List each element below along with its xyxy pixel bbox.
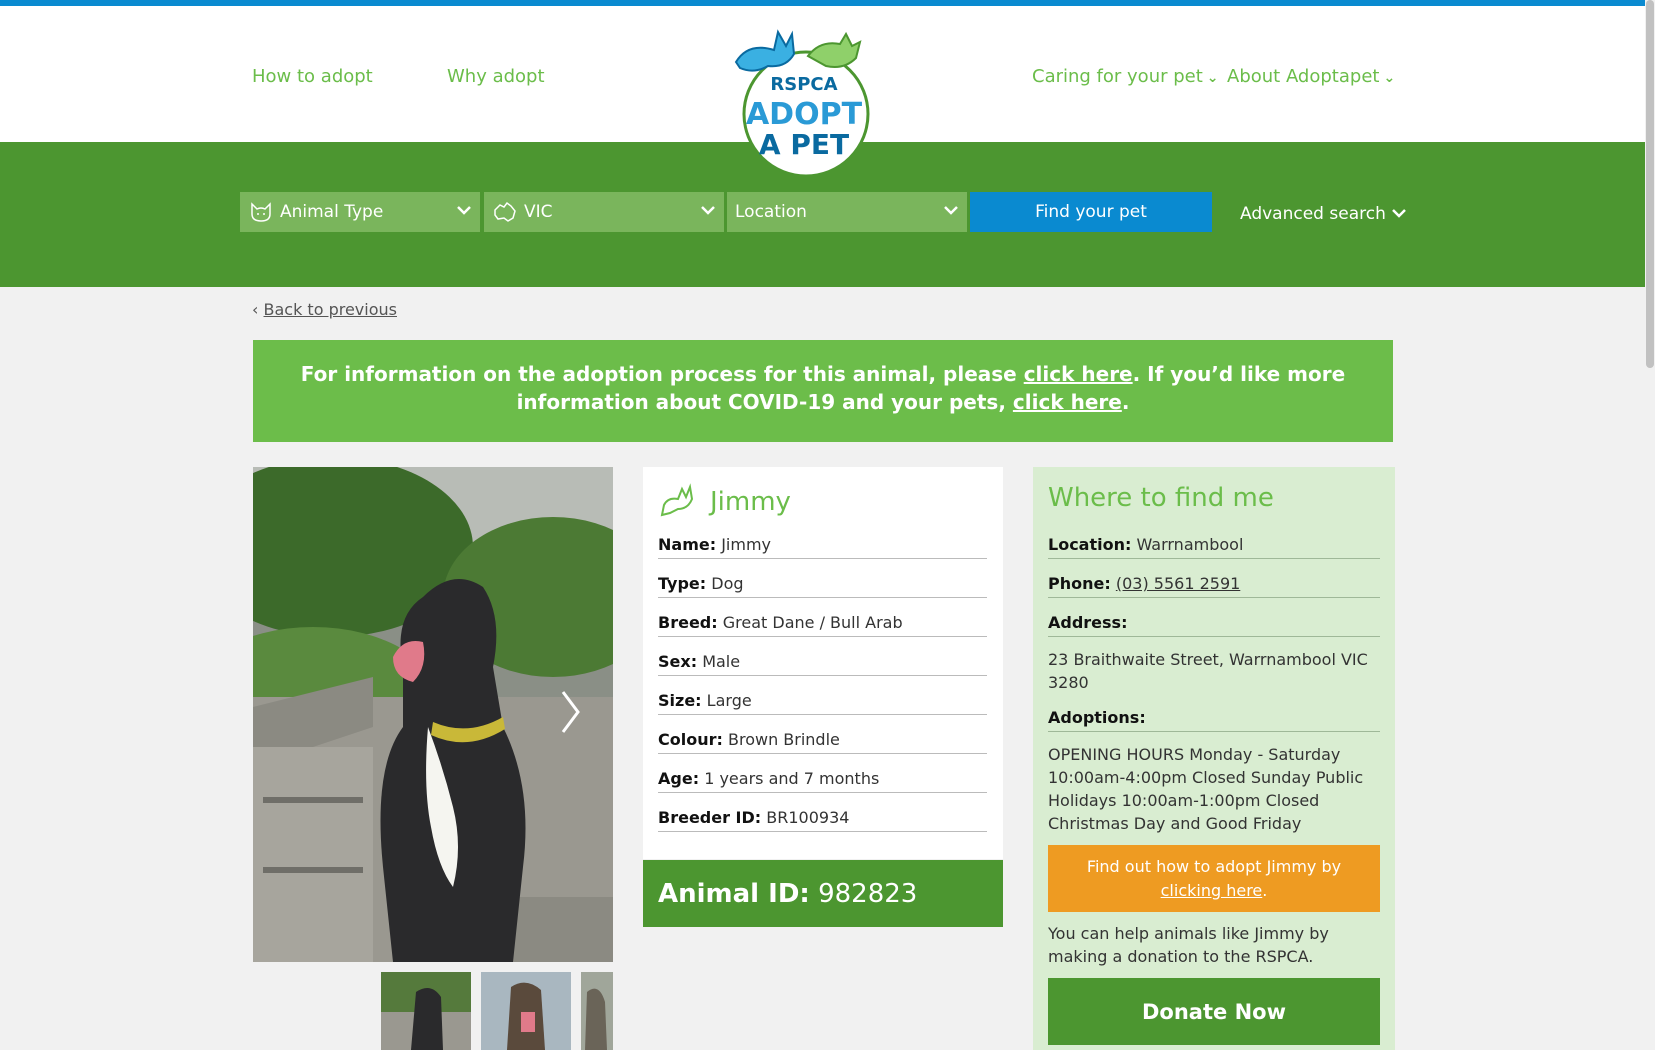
chevron-down-icon xyxy=(944,206,958,215)
pet-photo-thumbnail[interactable] xyxy=(481,972,571,1050)
nav-why-adopt[interactable]: Why adopt xyxy=(447,66,545,87)
adopt-callout-end: . xyxy=(1262,881,1268,900)
detail-label: Name: xyxy=(658,535,717,554)
donate-now-button[interactable]: Donate Now xyxy=(1048,978,1380,1045)
rspca-adopt-a-pet-logo[interactable]: RSPCA ADOPT A PET xyxy=(728,22,880,182)
advanced-search-label: Advanced search xyxy=(1240,204,1386,224)
how-to-adopt-callout: Find out how to adopt Jimmy by clicking … xyxy=(1048,845,1380,912)
covid-info-link[interactable]: click here xyxy=(1013,390,1122,414)
animal-id-bar: Animal ID: 982823 xyxy=(643,860,1003,927)
detail-value: Brown Brindle xyxy=(727,730,840,749)
phone-row: Phone: (03) 5561 2591 xyxy=(1048,570,1380,598)
location-label-text: Location: xyxy=(1048,535,1132,554)
detail-value: BR100934 xyxy=(766,808,850,827)
where-to-find-me-panel: Where to find me Location: Warrnambool P… xyxy=(1033,467,1395,1050)
address-label: Address: xyxy=(1048,613,1128,632)
nav-about-adoptapet[interactable]: About Adoptapet ⌄ xyxy=(1227,66,1395,87)
nav-caring-for-your-pet[interactable]: Caring for your pet ⌄ xyxy=(1032,66,1219,87)
adoption-process-link[interactable]: click here xyxy=(1024,362,1133,386)
detail-value: Great Dane / Bull Arab xyxy=(722,613,903,632)
find-your-pet-button[interactable]: Find your pet xyxy=(970,192,1212,232)
pet-detail-row: Sex: Male xyxy=(658,648,987,676)
adopt-callout-text: Find out how to adopt Jimmy by xyxy=(1086,857,1342,876)
animal-id-label: Animal ID: xyxy=(658,878,810,909)
location-select[interactable]: Location xyxy=(727,192,967,232)
adoption-info-banner: For information on the adoption process … xyxy=(253,340,1393,442)
pet-photo-thumbnail[interactable] xyxy=(581,972,613,1050)
chevron-down-icon xyxy=(701,206,715,215)
pet-photo-carousel[interactable] xyxy=(253,467,613,962)
pet-detail-row: Breeder ID: BR100934 xyxy=(658,804,987,832)
chevron-down-icon: ⌄ xyxy=(1206,70,1219,86)
adopt-clicking-here-link[interactable]: clicking here xyxy=(1161,881,1263,900)
location-row: Location: Warrnambool xyxy=(1048,531,1380,559)
pet-detail-row: Colour: Brown Brindle xyxy=(658,726,987,754)
detail-value: Male xyxy=(702,652,741,671)
nav-how-to-adopt[interactable]: How to adopt xyxy=(252,66,373,87)
adoptions-row: Adoptions: xyxy=(1048,704,1380,732)
pet-detail-row: Type: Dog xyxy=(658,570,987,598)
pet-details-card: Jimmy Name: Jimmy Type: Dog Breed: Great… xyxy=(643,467,1003,859)
opening-hours-text: OPENING HOURS Monday - Saturday 10:00am-… xyxy=(1048,745,1364,833)
animal-type-select[interactable]: Animal Type xyxy=(240,192,480,232)
scrollbar-thumb[interactable] xyxy=(1646,0,1654,368)
logo-a-pet-text: A PET xyxy=(759,128,849,161)
chevron-down-icon xyxy=(457,206,471,215)
detail-value: 1 years and 7 months xyxy=(704,769,880,788)
logo-adopt-text: ADOPT xyxy=(746,97,863,132)
pet-name-heading: Jimmy xyxy=(710,487,791,517)
detail-label: Age: xyxy=(658,769,700,788)
animal-id-value: 982823 xyxy=(818,878,918,909)
pet-detail-row: Breed: Great Dane / Bull Arab xyxy=(658,609,987,637)
australia-map-icon xyxy=(494,201,516,222)
animal-type-label: Animal Type xyxy=(280,202,384,222)
location-label: Location xyxy=(735,202,807,222)
where-to-find-me-heading: Where to find me xyxy=(1048,483,1274,513)
address-row: Address: xyxy=(1048,609,1380,637)
banner-text-1: For information on the adoption process … xyxy=(300,362,1024,386)
pet-title: Jimmy xyxy=(658,483,988,521)
chevron-down-icon: ⌄ xyxy=(1383,70,1396,86)
pet-detail-row: Age: 1 years and 7 months xyxy=(658,765,987,793)
location-value: Warrnambool xyxy=(1136,535,1244,554)
dog-icon xyxy=(660,483,694,517)
adoptions-label: Adoptions: xyxy=(1048,708,1146,727)
detail-value: Dog xyxy=(711,574,744,593)
advanced-search-toggle[interactable]: Advanced search xyxy=(1240,204,1407,224)
pet-photo-thumbnail[interactable] xyxy=(381,972,471,1050)
detail-label: Type: xyxy=(658,574,707,593)
state-label: VIC xyxy=(524,202,553,222)
logo-rspca-text: RSPCA xyxy=(770,74,837,95)
chevron-left-icon: ‹ xyxy=(252,300,259,319)
nav-caring-label: Caring for your pet xyxy=(1032,66,1203,87)
chevron-down-icon xyxy=(1392,209,1407,218)
phone-label: Phone: xyxy=(1048,574,1111,593)
detail-label: Breed: xyxy=(658,613,718,632)
address-text: 23 Braithwaite Street, Warrnambool VIC 3… xyxy=(1048,650,1368,692)
detail-label: Size: xyxy=(658,691,702,710)
donation-help-text: You can help animals like Jimmy by makin… xyxy=(1048,924,1329,966)
banner-text-3: . xyxy=(1121,390,1130,414)
detail-label: Sex: xyxy=(658,652,698,671)
state-select[interactable]: VIC xyxy=(484,192,724,232)
page-scrollbar[interactable] xyxy=(1645,0,1655,1050)
nav-about-label: About Adoptapet xyxy=(1227,66,1380,87)
back-label: Back to previous xyxy=(263,300,397,319)
cat-icon xyxy=(251,202,271,222)
pet-detail-row: Name: Jimmy xyxy=(658,531,987,559)
detail-label: Breeder ID: xyxy=(658,808,762,827)
detail-label: Colour: xyxy=(658,730,723,749)
phone-link[interactable]: (03) 5561 2591 xyxy=(1116,574,1240,593)
pet-detail-row: Size: Large xyxy=(658,687,987,715)
detail-value: Jimmy xyxy=(721,535,772,554)
detail-value: Large xyxy=(706,691,752,710)
back-to-previous-link[interactable]: ‹ Back to previous xyxy=(252,300,397,319)
